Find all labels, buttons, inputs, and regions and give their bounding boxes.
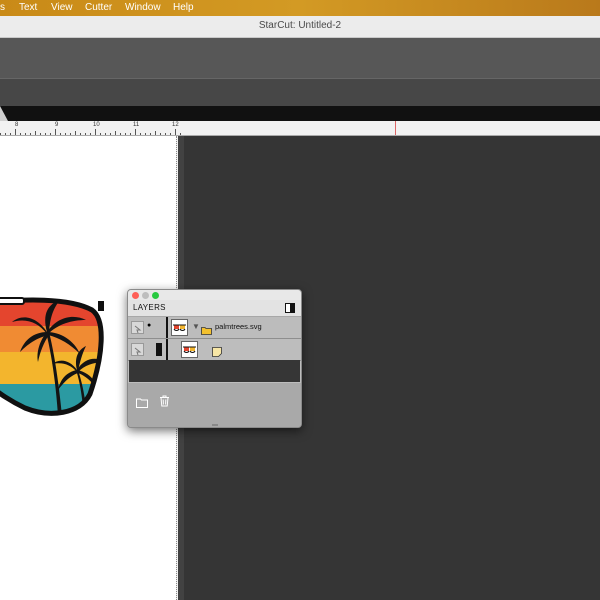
panel-resize-grip[interactable] <box>212 424 218 426</box>
menu-item-cutter[interactable]: Cutter <box>85 2 112 13</box>
ruler-tick <box>40 133 41 135</box>
bridge-bar <box>0 297 25 305</box>
ruler-label-8: 8 <box>15 122 19 128</box>
ruler-tick <box>25 133 26 135</box>
ruler-tick <box>50 133 51 135</box>
ruler-tick <box>125 133 126 135</box>
ruler-tick <box>180 133 181 135</box>
ruler-tick <box>95 129 96 135</box>
document-tab[interactable] <box>0 106 8 121</box>
menu-item-window[interactable]: Window <box>125 2 161 13</box>
toolbar-secondary <box>0 79 600 106</box>
ruler-label-11: 11 <box>133 122 140 128</box>
layer-separator <box>166 317 168 338</box>
ruler-tick <box>115 131 116 135</box>
minimize-icon[interactable] <box>142 292 149 299</box>
menu-item-view[interactable]: View <box>51 2 73 13</box>
menu-item-s[interactable]: s <box>0 2 5 13</box>
layers-empty-area[interactable] <box>129 360 300 382</box>
ruler-tick <box>155 131 156 135</box>
menu-item-help[interactable]: Help <box>173 2 194 13</box>
note-icon <box>212 344 222 357</box>
document-tab-strip <box>0 106 600 121</box>
ruler-tick <box>170 133 171 135</box>
layer-thumbnail <box>181 341 198 358</box>
window-title: StarCut: Untitled-2 <box>258 20 342 31</box>
layer-color-swatch[interactable] <box>156 343 162 356</box>
ruler-tick <box>55 129 56 135</box>
layer-separator <box>166 339 168 360</box>
layers-panel: LAYERS ● ▼ palmtrees.svg <box>127 289 302 428</box>
ruler-tick <box>15 129 16 135</box>
layer-thumbnail <box>171 319 188 336</box>
ruler-label-12: 12 <box>172 122 179 128</box>
layers-panel-title: LAYERS <box>133 303 166 312</box>
ruler-tick <box>5 133 6 135</box>
toolbar-primary <box>0 38 600 79</box>
ruler-tick <box>70 133 71 135</box>
ruler-tick <box>135 129 136 135</box>
ruler-tick <box>160 133 161 135</box>
ruler-tick <box>0 133 1 135</box>
ruler-tick <box>85 133 86 135</box>
ruler-tick <box>90 133 91 135</box>
ruler-position-marker <box>395 121 396 135</box>
new-folder-icon[interactable] <box>136 395 148 408</box>
zoom-icon[interactable] <box>152 292 159 299</box>
close-icon[interactable] <box>132 292 139 299</box>
ruler-tick <box>100 133 101 135</box>
ruler-tick <box>60 133 61 135</box>
layer-row-item[interactable] <box>128 339 301 361</box>
ruler-label-9: 9 <box>55 122 59 128</box>
menu-item-text[interactable]: Text <box>19 2 37 13</box>
ruler-tick <box>105 133 106 135</box>
panel-toggle-icon[interactable] <box>285 303 295 313</box>
ruler-tick <box>20 133 21 135</box>
layer-visibility-icon[interactable] <box>131 321 144 334</box>
trash-icon[interactable] <box>159 394 170 407</box>
ruler-tick <box>145 133 146 135</box>
ruler-tick <box>35 131 36 135</box>
ruler-tick <box>140 133 141 135</box>
menu-bar: s Text View Cutter Window Help <box>0 0 600 16</box>
ruler-tick <box>30 133 31 135</box>
layer-lock-dot[interactable]: ● <box>147 322 151 329</box>
ruler-tick <box>120 133 121 135</box>
hinge <box>98 301 104 311</box>
ruler-tick <box>45 133 46 135</box>
sunglasses-artwork[interactable] <box>0 296 110 426</box>
ruler-tick <box>80 133 81 135</box>
layer-row-group[interactable]: ● ▼ palmtrees.svg <box>128 317 301 339</box>
ruler-label-10: 10 <box>93 122 100 128</box>
window-title-bar: StarCut: Untitled-2 <box>0 16 600 38</box>
ruler-tick <box>65 133 66 135</box>
ruler-tick <box>10 133 11 135</box>
panel-window-controls <box>128 290 301 300</box>
ruler-tick <box>165 133 166 135</box>
layers-panel-footer <box>128 383 301 427</box>
horizontal-ruler[interactable]: 8 9 10 11 12 <box>0 121 600 136</box>
layers-panel-header: LAYERS <box>128 300 301 317</box>
layer-visibility-icon[interactable] <box>131 343 144 356</box>
ruler-tick <box>75 131 76 135</box>
disclosure-triangle-icon[interactable]: ▼ <box>192 322 200 331</box>
ruler-tick <box>130 133 131 135</box>
stripe-orange <box>0 326 102 352</box>
folder-icon <box>201 322 212 335</box>
ruler-tick <box>150 133 151 135</box>
ruler-tick <box>110 133 111 135</box>
ruler-tick <box>175 129 176 135</box>
layer-name[interactable]: palmtrees.svg <box>215 322 262 331</box>
